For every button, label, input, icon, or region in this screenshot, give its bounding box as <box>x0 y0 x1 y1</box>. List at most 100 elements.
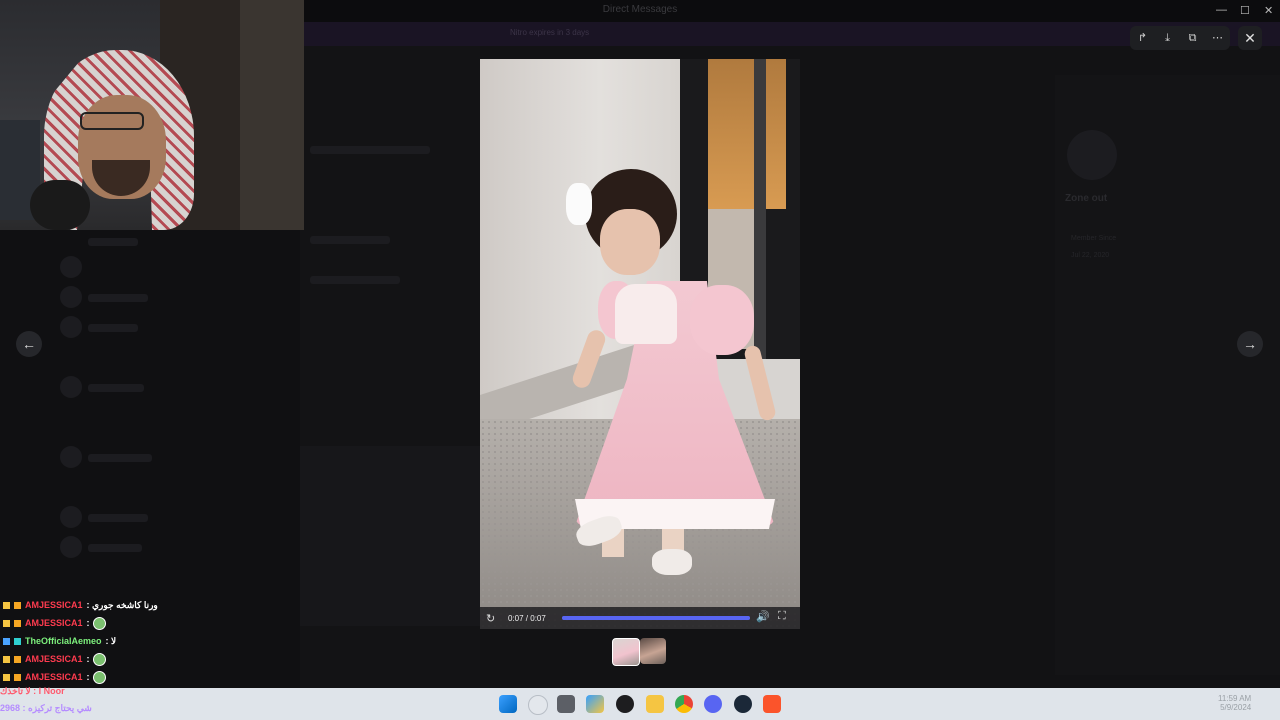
list-item <box>88 324 138 332</box>
chat-text: : <box>86 672 90 682</box>
volume-icon[interactable]: 🔊 <box>756 610 770 623</box>
chat-message: TheOfficialAemeo : لا <box>0 632 260 650</box>
chat-message: AMJESSICA1 : <box>0 650 260 668</box>
chat-message: AMJESSICA1 : <box>0 614 260 632</box>
discord-icon[interactable] <box>704 695 722 713</box>
chat-username: AMJESSICA1 <box>25 672 83 682</box>
chat-text: : لا <box>105 635 117 646</box>
close-viewer-button[interactable]: ✕ <box>1238 26 1262 50</box>
member-since-date: Jul 22, 2020 <box>1071 252 1110 259</box>
chat-text: : ورنا كاشخه جوري <box>86 599 158 610</box>
avatar <box>60 446 82 468</box>
chat-username: AMJESSICA1 <box>25 618 83 628</box>
search-icon[interactable] <box>528 695 548 715</box>
list-item <box>88 514 148 522</box>
emoji-icon <box>92 670 106 684</box>
video-preview <box>300 446 480 626</box>
chat-text: : <box>86 654 90 664</box>
girl-shoe <box>652 549 692 575</box>
chat-username: AMJESSICA1 <box>25 654 83 664</box>
open-external-icon[interactable]: ⧉ <box>1184 29 1202 47</box>
glasses <box>80 112 144 130</box>
dress-sleeve <box>690 285 754 355</box>
chrome-icon[interactable] <box>675 695 693 713</box>
nitro-banner-text: Nitro expires in 3 days <box>510 28 590 37</box>
video-controls: ↻ 0:07 / 0:07 🔊 ⛶ <box>480 607 800 629</box>
avatar <box>60 536 82 558</box>
webcam-background <box>240 0 304 230</box>
forward-icon[interactable]: ↱ <box>1134 29 1152 47</box>
taskbar-time: 11:59 AM <box>1218 694 1252 703</box>
chat-message-partial: لا تاخذك : I Noor <box>0 686 65 696</box>
avatar <box>1067 130 1117 180</box>
taskbar-clock[interactable]: 11:59 AM 5/9/2024 <box>1218 694 1251 712</box>
member-since-label: Member Since <box>1071 235 1117 242</box>
dress-yoke <box>615 284 677 344</box>
windows-taskbar <box>0 688 1280 720</box>
list-item <box>88 454 152 462</box>
video-time: 0:07 / 0:07 <box>508 613 546 623</box>
chat-username: TheOfficialAemeo <box>25 636 102 646</box>
list-item <box>310 146 430 154</box>
sidebar-header <box>88 238 138 246</box>
list-item <box>310 236 390 244</box>
microphone <box>30 180 90 230</box>
profile-name: Zone out <box>1065 193 1108 204</box>
minimize-button[interactable]: — <box>1216 4 1227 16</box>
fullscreen-icon[interactable]: ⛶ <box>778 610 786 623</box>
steam-icon[interactable] <box>734 695 752 713</box>
badge-icon <box>3 601 10 609</box>
avatar <box>60 376 82 398</box>
webcam-overlay <box>0 0 304 230</box>
hair-bow <box>566 183 592 225</box>
emoji-icon <box>92 652 106 666</box>
chat-message: AMJESSICA1 : <box>0 668 260 686</box>
taskbar-date: 5/9/2024 <box>1220 703 1252 712</box>
chat-message-partial: 2968 : شي يحتاج تركيزه <box>0 703 92 713</box>
maximize-button[interactable]: ☐ <box>1240 4 1250 17</box>
file-explorer-icon[interactable] <box>646 695 664 713</box>
task-view-icon[interactable] <box>557 695 575 713</box>
previous-arrow-icon[interactable]: ← <box>16 331 42 357</box>
obs-icon[interactable] <box>616 695 634 713</box>
badge-icon <box>3 673 10 681</box>
video-seek-bar[interactable] <box>562 616 750 620</box>
badge-icon <box>3 655 10 663</box>
avatar <box>60 286 82 308</box>
avatar <box>60 256 82 278</box>
badge-icon <box>14 637 21 645</box>
viewer-toolbar: ↱ ⤓ ⧉ ⋯ <box>1130 26 1230 50</box>
badge-icon <box>3 619 10 627</box>
store-icon[interactable] <box>586 695 604 713</box>
avatar <box>60 506 82 528</box>
thumbnail-2[interactable] <box>640 638 666 664</box>
list-item <box>88 294 148 302</box>
video-doorway-light <box>708 59 786 209</box>
window-close-button[interactable]: ✕ <box>1264 4 1273 17</box>
more-icon[interactable]: ⋯ <box>1209 29 1227 47</box>
video-door-frame <box>754 59 766 359</box>
chat-panel <box>300 46 480 688</box>
list-item <box>310 276 400 284</box>
thumbnail-1[interactable] <box>612 638 640 666</box>
badge-icon <box>14 655 21 663</box>
video-seek-fill <box>562 616 750 620</box>
stream-chat: AMJESSICA1 : ورنا كاشخه جوري AMJESSICA1 … <box>0 596 260 686</box>
download-icon[interactable]: ⤓ <box>1159 29 1177 47</box>
chat-text: : <box>86 618 90 628</box>
chat-username: AMJESSICA1 <box>25 600 83 610</box>
girl-face <box>600 209 660 275</box>
next-arrow-icon[interactable]: → <box>1237 331 1263 357</box>
windows-start-icon[interactable] <box>499 695 517 713</box>
list-item <box>88 544 142 552</box>
badge-icon <box>14 619 21 627</box>
video-player[interactable] <box>480 59 800 629</box>
profile-panel: Zone out Member Since Jul 22, 2020 <box>1055 75 1280 675</box>
emoji-icon <box>92 616 106 630</box>
badge-icon <box>14 673 21 681</box>
replay-icon[interactable]: ↻ <box>486 612 500 625</box>
brave-icon[interactable] <box>763 695 781 713</box>
badge-icon <box>14 601 21 609</box>
badge-icon <box>3 637 10 645</box>
list-item <box>88 384 144 392</box>
